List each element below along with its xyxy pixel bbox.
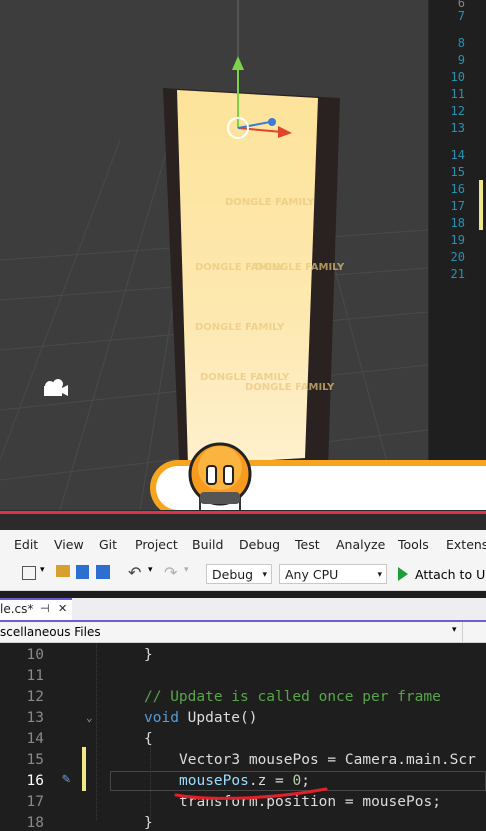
change-marker xyxy=(479,180,483,230)
platform-select[interactable]: Any CPU ▾ xyxy=(279,564,387,584)
menu-bar: Edit View Git Project Build Debug Test A… xyxy=(0,530,486,560)
attach-to-unity-button[interactable]: Attach to Uni xyxy=(415,567,486,582)
screwdriver-icon[interactable]: ✎ xyxy=(62,771,70,787)
line-number-current: 16 xyxy=(26,773,44,789)
code-line-14: { xyxy=(144,731,153,747)
line-number: 9 xyxy=(457,53,465,67)
line-number: 16 xyxy=(450,182,465,196)
line-number: 18 xyxy=(450,216,465,230)
panel-watermark: DONGLE FAMILY xyxy=(225,197,315,208)
scene-view[interactable]: DONGLE FAMILY DONGLE FAMILY DONGLE FAMIL… xyxy=(0,0,428,510)
code-line-12: // Update is called once per frame xyxy=(144,689,441,705)
menu-git[interactable]: Git xyxy=(99,537,117,552)
toolbar: ▾ ↶ ▾ ↷ ▾ Debug▾ Any CPU▾ Attach to Uni xyxy=(0,560,486,591)
play-icon[interactable] xyxy=(398,567,408,581)
menu-build[interactable]: Build xyxy=(192,537,223,552)
chevron-down-icon[interactable]: ▾ xyxy=(148,565,153,575)
line-number: 8 xyxy=(457,36,465,50)
panel-watermark: DONGLE FAMILY xyxy=(200,372,290,383)
chevron-down-icon[interactable]: ▾ xyxy=(452,625,457,635)
line-number: 11 xyxy=(450,87,465,101)
code-editor[interactable]: 10 11 12 13 14 15 16 17 18 ⌄ ✎ } // Upda… xyxy=(0,643,486,831)
line-number: 11 xyxy=(26,668,44,684)
code-line-13: void Update() xyxy=(144,710,258,726)
line-number: 12 xyxy=(26,689,44,705)
annotation-underline xyxy=(174,787,328,800)
progress-line xyxy=(0,511,486,514)
line-number: 10 xyxy=(450,70,465,84)
navigation-bar: scellaneous Files ▾ xyxy=(0,622,486,643)
menu-analyze[interactable]: Analyze xyxy=(336,537,385,552)
line-number: 21 xyxy=(450,267,465,281)
menu-tools[interactable]: Tools xyxy=(398,537,429,552)
line-number: 18 xyxy=(26,815,44,831)
code-line-18: } xyxy=(144,815,153,831)
line-number: 14 xyxy=(450,148,465,162)
scope-dropdown[interactable]: scellaneous Files xyxy=(0,625,101,639)
undo-icon[interactable]: ↶ xyxy=(128,563,141,582)
tab-label: le.cs* xyxy=(0,602,34,616)
line-number: 13 xyxy=(450,121,465,135)
document-tab[interactable]: le.cs* ⊣ ✕ xyxy=(0,598,72,620)
line-number: 17 xyxy=(26,794,44,810)
sprite-panel xyxy=(177,90,318,465)
chevron-down-icon[interactable]: ▾ xyxy=(184,565,189,575)
change-marker xyxy=(82,747,86,791)
line-number: 20 xyxy=(450,250,465,264)
pin-icon[interactable]: ⊣ xyxy=(40,602,50,615)
code-line-10: } xyxy=(144,647,153,663)
open-folder-icon[interactable] xyxy=(56,565,70,577)
redo-icon[interactable]: ↷ xyxy=(164,563,177,582)
line-number: 10 xyxy=(26,647,44,663)
panel-watermark: DONGLE FAMILY xyxy=(255,262,345,273)
close-icon[interactable]: ✕ xyxy=(58,602,67,615)
split-editor-icon[interactable] xyxy=(462,622,486,642)
save-all-icon[interactable] xyxy=(96,565,110,579)
line-number: 17 xyxy=(450,199,465,213)
line-number: 7 xyxy=(457,9,465,23)
collapse-icon[interactable]: ⌄ xyxy=(86,711,93,724)
menu-extensions[interactable]: Extensio xyxy=(446,537,486,552)
scene-grid: DONGLE FAMILY DONGLE FAMILY DONGLE FAMIL… xyxy=(0,0,428,510)
configuration-select[interactable]: Debug ▾ xyxy=(206,564,272,584)
panel-watermark: DONGLE FAMILY xyxy=(195,322,285,333)
menu-test[interactable]: Test xyxy=(295,537,320,552)
line-number: 15 xyxy=(450,165,465,179)
menu-debug[interactable]: Debug xyxy=(239,537,280,552)
line-number: 15 xyxy=(26,752,44,768)
chevron-down-icon[interactable]: ▾ xyxy=(40,565,45,575)
panel-watermark: DONGLE FAMILY xyxy=(245,382,335,393)
save-icon[interactable] xyxy=(76,565,89,579)
menu-project[interactable]: Project xyxy=(135,537,178,552)
menu-view[interactable]: View xyxy=(54,537,84,552)
side-code-editor: 6 7 8 9 10 11 12 13 14 15 16 17 18 19 20… xyxy=(428,0,486,460)
new-project-icon[interactable] xyxy=(22,566,36,580)
code-line-15: Vector3 mousePos = Camera.main.Scr xyxy=(179,752,476,768)
indent-guide xyxy=(96,643,98,820)
line-number: 14 xyxy=(26,731,44,747)
menu-edit[interactable]: Edit xyxy=(14,537,38,552)
line-number: 12 xyxy=(450,104,465,118)
document-tab-strip: le.cs* ⊣ ✕ xyxy=(0,598,486,622)
line-number: 13 xyxy=(26,710,44,726)
line-number: 19 xyxy=(450,233,465,247)
